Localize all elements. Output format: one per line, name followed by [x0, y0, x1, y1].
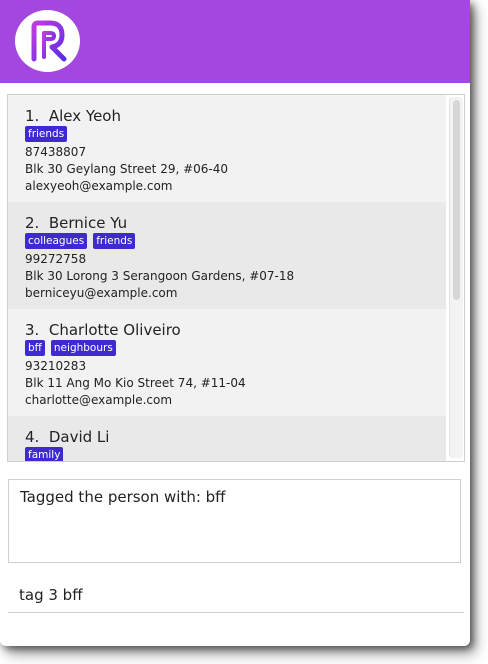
person-phone: 87438807 [25, 145, 87, 159]
person-phone: 93210283 [25, 359, 87, 373]
person-card[interactable]: 1. Alex Yeoh friends 87438807 Blk 30 Gey… [8, 95, 446, 202]
tag-label: neighbours [50, 340, 116, 356]
person-email: charlotte@example.com [25, 393, 173, 407]
tag-label: friends [93, 233, 136, 249]
list-scrollbar[interactable] [449, 97, 463, 458]
scrollbar-thumb[interactable] [453, 100, 460, 300]
person-name: 4. David Li [25, 428, 110, 446]
person-email: alexyeoh@example.com [25, 179, 173, 193]
person-name: 2. Bernice Yu [25, 214, 128, 232]
app-window: 1. Alex Yeoh friends 87438807 Blk 30 Gey… [0, 0, 470, 646]
tag-list: friends [25, 126, 446, 144]
person-name: 3. Charlotte Oliveiro [25, 321, 181, 339]
tag-list: colleagues friends [25, 233, 446, 251]
app-logo-r-icon [15, 10, 80, 72]
tag-label: colleagues [25, 233, 88, 249]
person-phone: 99272758 [25, 252, 87, 266]
person-name: 1. Alex Yeoh [25, 107, 121, 125]
command-input[interactable]: tag 3 bff [8, 580, 464, 613]
person-card[interactable]: 3. Charlotte Oliveiro bff neighbours 932… [8, 309, 446, 416]
result-display: Tagged the person with: bff [8, 479, 461, 563]
tag-label: family [25, 447, 64, 461]
person-address: Blk 11 Ang Mo Kio Street 74, #11-04 [25, 376, 246, 390]
person-address: Blk 30 Geylang Street 29, #06-40 [25, 162, 229, 176]
result-text: Tagged the person with: bff [20, 488, 226, 506]
command-text: tag 3 bff [19, 586, 83, 604]
person-card[interactable]: 2. Bernice Yu colleagues friends 9927275… [8, 202, 446, 309]
person-email: berniceyu@example.com [25, 286, 178, 300]
tag-list: bff neighbours [25, 340, 446, 358]
tag-label: bff [25, 340, 45, 356]
person-card[interactable]: 4. David Li family [8, 416, 446, 461]
header-bar [0, 0, 470, 83]
person-address: Blk 30 Lorong 3 Serangoon Gardens, #07-1… [25, 269, 295, 283]
tag-label: friends [25, 126, 68, 142]
person-list[interactable]: 1. Alex Yeoh friends 87438807 Blk 30 Gey… [7, 94, 465, 462]
tag-list: family [25, 447, 446, 461]
